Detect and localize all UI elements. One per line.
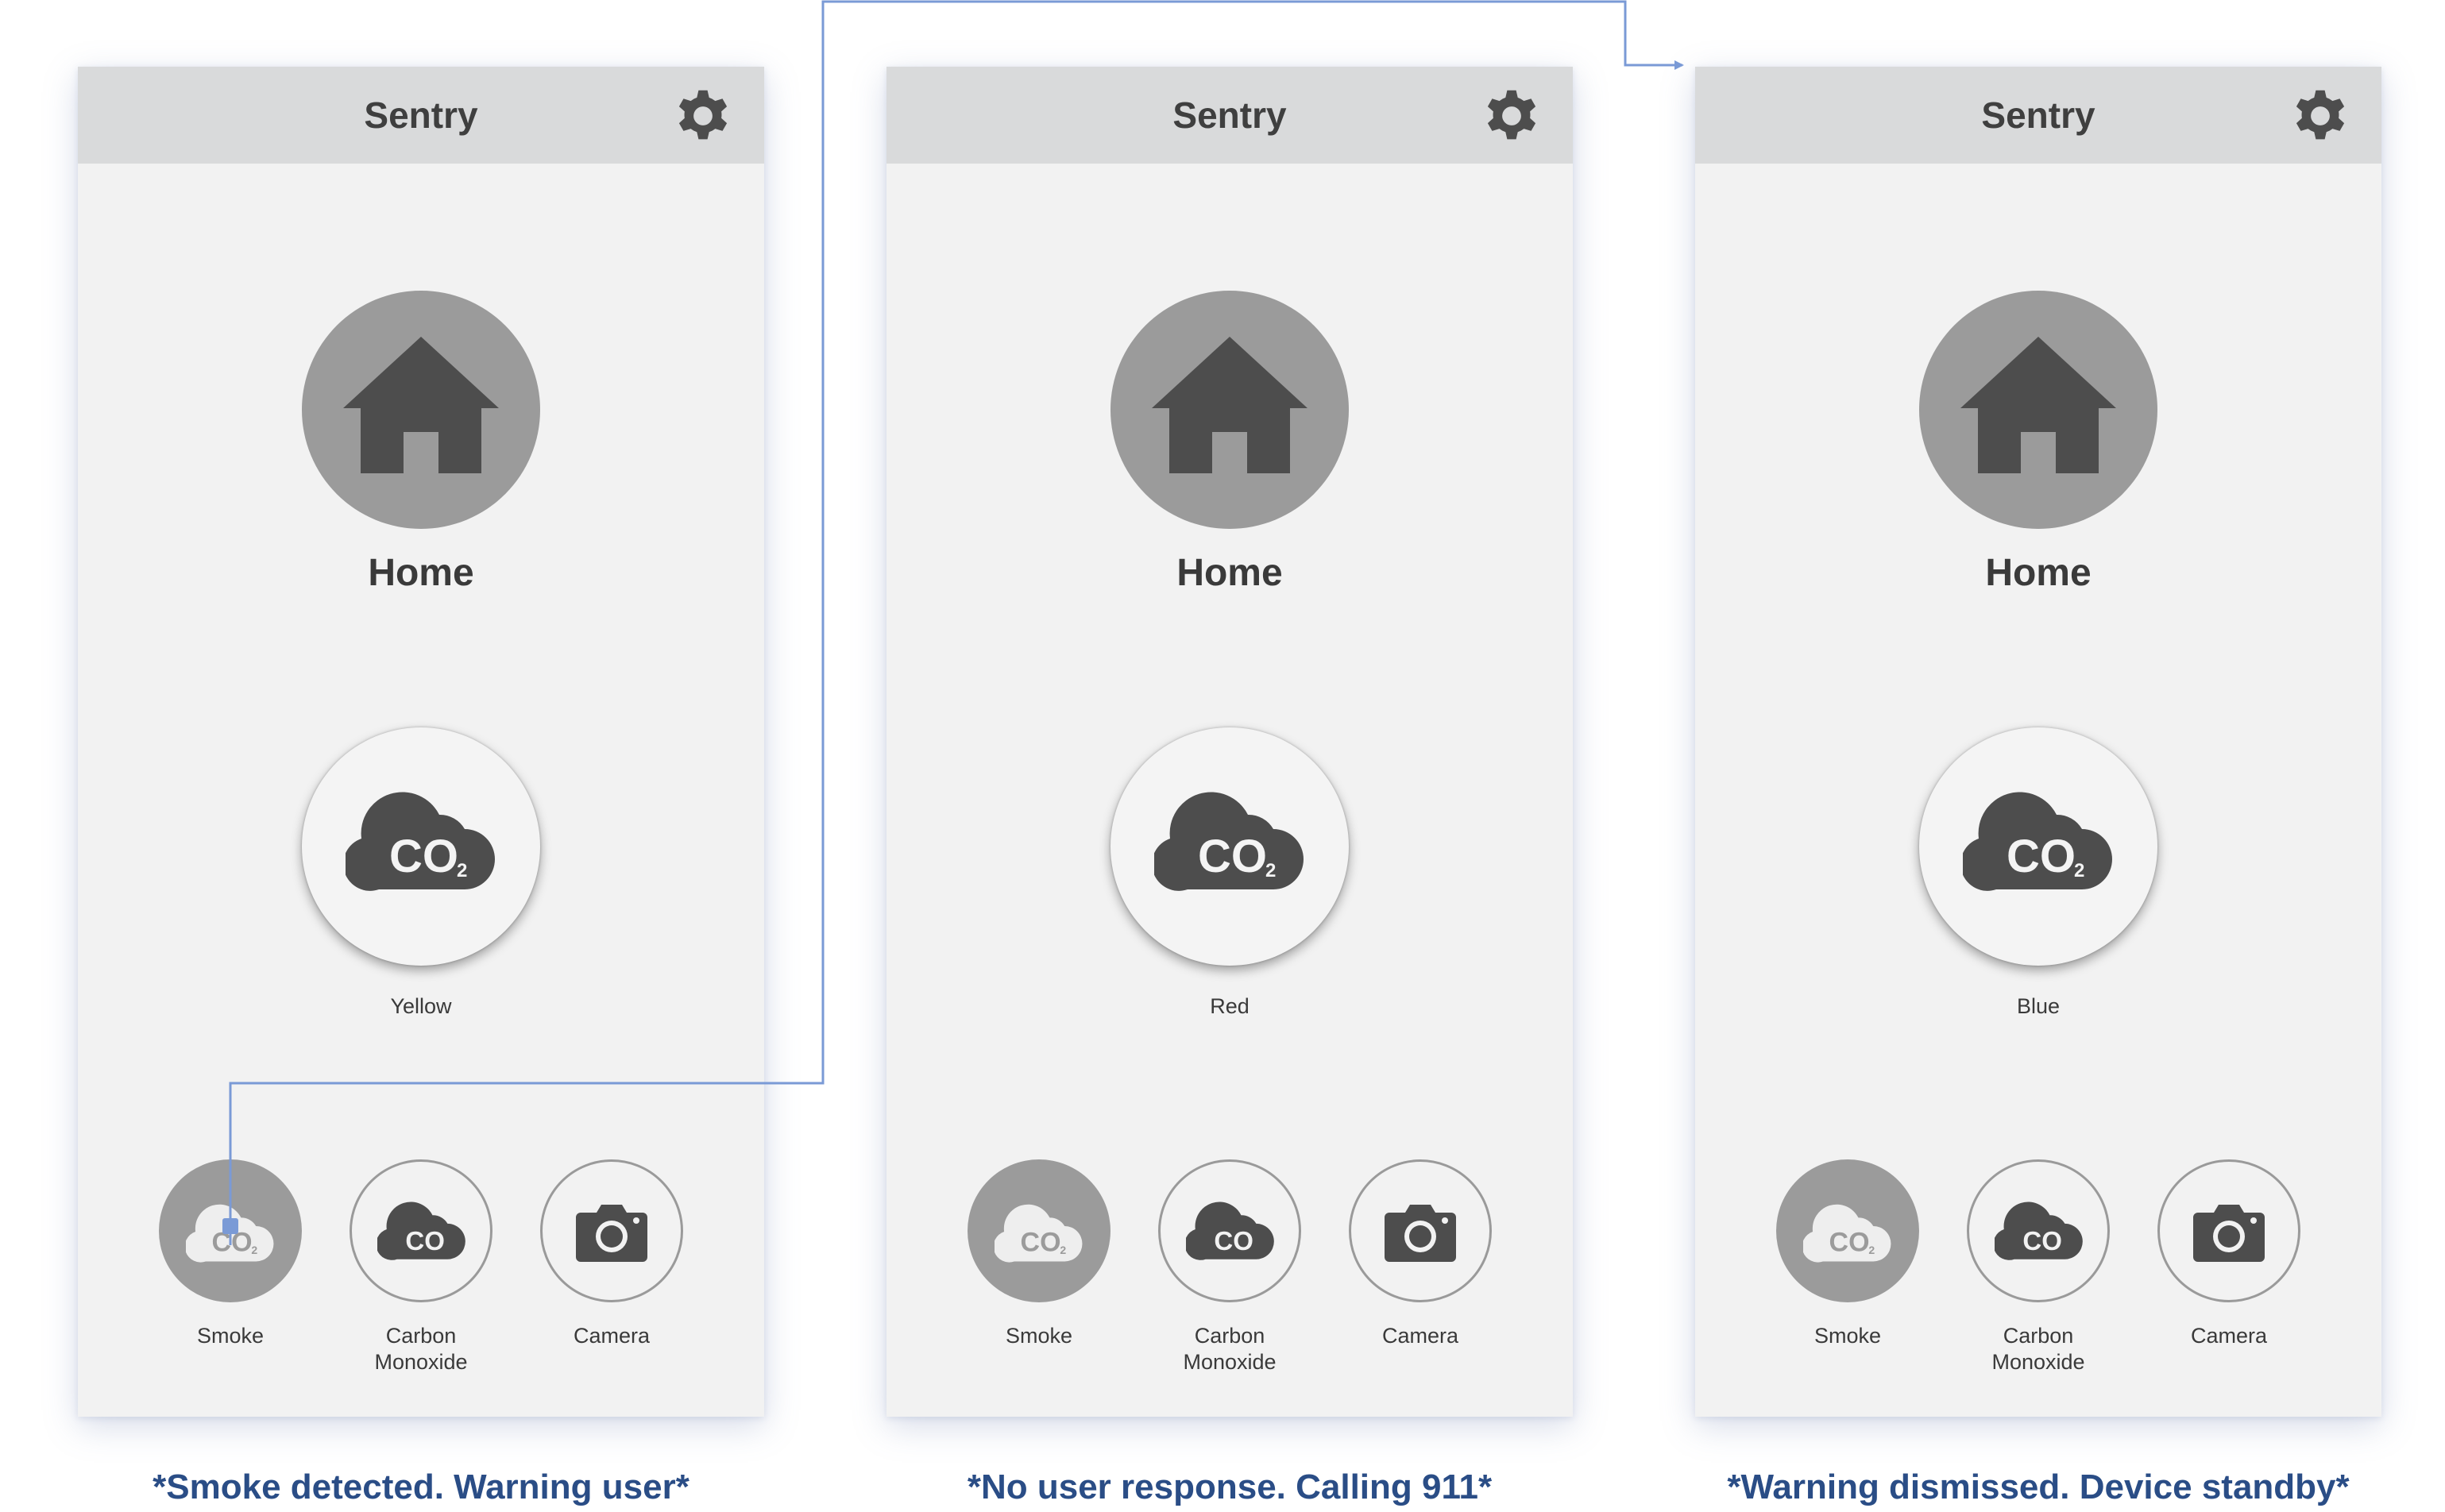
svg-text:CO: CO — [2007, 831, 2076, 882]
caption-screen-2: *No user response. Calling 911* — [967, 1468, 1493, 1506]
caption-screen-1: *Smoke detected. Warning user* — [153, 1468, 689, 1506]
status-label: Blue — [2016, 994, 2061, 1018]
app-title: Sentry — [1981, 94, 2095, 136]
location-label: Home — [368, 552, 474, 594]
sensor-carbon-monoxide-button[interactable]: CO — [350, 1159, 492, 1302]
co2-cloud-icon: CO 2 — [1963, 792, 2112, 891]
status-indicator[interactable]: CO 2 — [1110, 727, 1349, 966]
status-label: Yellow — [390, 994, 452, 1018]
svg-text:2: 2 — [2074, 860, 2084, 881]
phone-screen-3: Sentry Home CO 2 Blue CO 2 CO Smoke Carb… — [1695, 67, 2381, 1417]
gear-icon[interactable] — [2292, 88, 2348, 144]
camera-icon — [2193, 1205, 2265, 1262]
co-cloud-icon: CO — [1995, 1202, 2083, 1260]
sensor-smoke-button[interactable]: CO 2 — [159, 1159, 302, 1302]
home-icon — [1152, 337, 1307, 473]
phone-screen-2: Sentry Home CO 2 Red CO 2 CO Smoke Carbo… — [886, 67, 1573, 1417]
co-cloud-icon: CO — [377, 1202, 465, 1260]
gear-icon[interactable] — [1484, 88, 1539, 144]
svg-text:CO: CO — [1214, 1226, 1253, 1256]
sensor-label-carbon-monoxide: Carbon Monoxide — [1183, 1324, 1277, 1374]
home-location-button[interactable] — [1919, 291, 2157, 529]
home-location-button[interactable] — [1110, 291, 1349, 529]
sensor-label-camera: Camera — [1381, 1324, 1459, 1348]
sensor-label-smoke: Smoke — [1005, 1324, 1073, 1348]
svg-text:CO: CO — [1021, 1228, 1061, 1258]
co2-cloud-icon: CO 2 — [186, 1204, 274, 1263]
svg-text:CO: CO — [405, 1226, 445, 1256]
svg-text:CO: CO — [212, 1228, 253, 1258]
co2-cloud-icon: CO 2 — [995, 1204, 1083, 1263]
caption-screen-3: *Warning dismissed. Device standby* — [1727, 1468, 2350, 1506]
home-location-button[interactable] — [302, 291, 540, 529]
co2-cloud-icon: CO 2 — [1154, 792, 1304, 891]
sensor-label-camera: Camera — [573, 1324, 651, 1348]
svg-text:2: 2 — [251, 1244, 257, 1256]
svg-text:2: 2 — [457, 860, 467, 881]
location-label: Home — [1176, 552, 1283, 594]
svg-text:CO: CO — [2022, 1226, 2062, 1256]
home-icon — [1960, 337, 2116, 473]
sensor-camera-button[interactable] — [540, 1159, 683, 1302]
svg-text:2: 2 — [1868, 1244, 1875, 1256]
sensor-label-carbon-monoxide: Carbon Monoxide — [374, 1324, 468, 1374]
sensor-camera-button[interactable] — [1349, 1159, 1492, 1302]
location-label: Home — [1985, 552, 2092, 594]
sensor-label-camera: Camera — [2190, 1324, 2268, 1348]
app-title: Sentry — [364, 94, 478, 136]
co2-cloud-icon: CO 2 — [1803, 1204, 1891, 1263]
sensor-smoke-button[interactable]: CO 2 — [1776, 1159, 1919, 1302]
sensor-label-carbon-monoxide: Carbon Monoxide — [1991, 1324, 2085, 1374]
home-icon — [343, 337, 499, 473]
app-title: Sentry — [1172, 94, 1287, 136]
phone-screen-1: Sentry Home CO 2 Yellow CO 2 CO Smoke Ca… — [78, 67, 764, 1417]
sensor-camera-button[interactable] — [2157, 1159, 2300, 1302]
svg-text:CO: CO — [389, 831, 458, 882]
sensor-label-smoke: Smoke — [1813, 1324, 1882, 1348]
co2-cloud-icon: CO 2 — [346, 792, 495, 891]
svg-text:CO: CO — [1198, 831, 1267, 882]
svg-text:CO: CO — [1829, 1228, 1870, 1258]
status-label: Red — [1210, 994, 1250, 1018]
status-indicator[interactable]: CO 2 — [302, 727, 540, 966]
sensor-carbon-monoxide-button[interactable]: CO — [1158, 1159, 1301, 1302]
camera-icon — [1385, 1205, 1456, 1262]
status-indicator[interactable]: CO 2 — [1919, 727, 2157, 966]
sensor-label-smoke: Smoke — [196, 1324, 265, 1348]
sensor-carbon-monoxide-button[interactable]: CO — [1967, 1159, 2110, 1302]
gear-icon[interactable] — [675, 88, 731, 144]
co-cloud-icon: CO — [1186, 1202, 1274, 1260]
svg-text:2: 2 — [1060, 1244, 1066, 1256]
camera-icon — [576, 1205, 647, 1262]
sensor-smoke-button[interactable]: CO 2 — [968, 1159, 1110, 1302]
svg-text:2: 2 — [1265, 860, 1276, 881]
